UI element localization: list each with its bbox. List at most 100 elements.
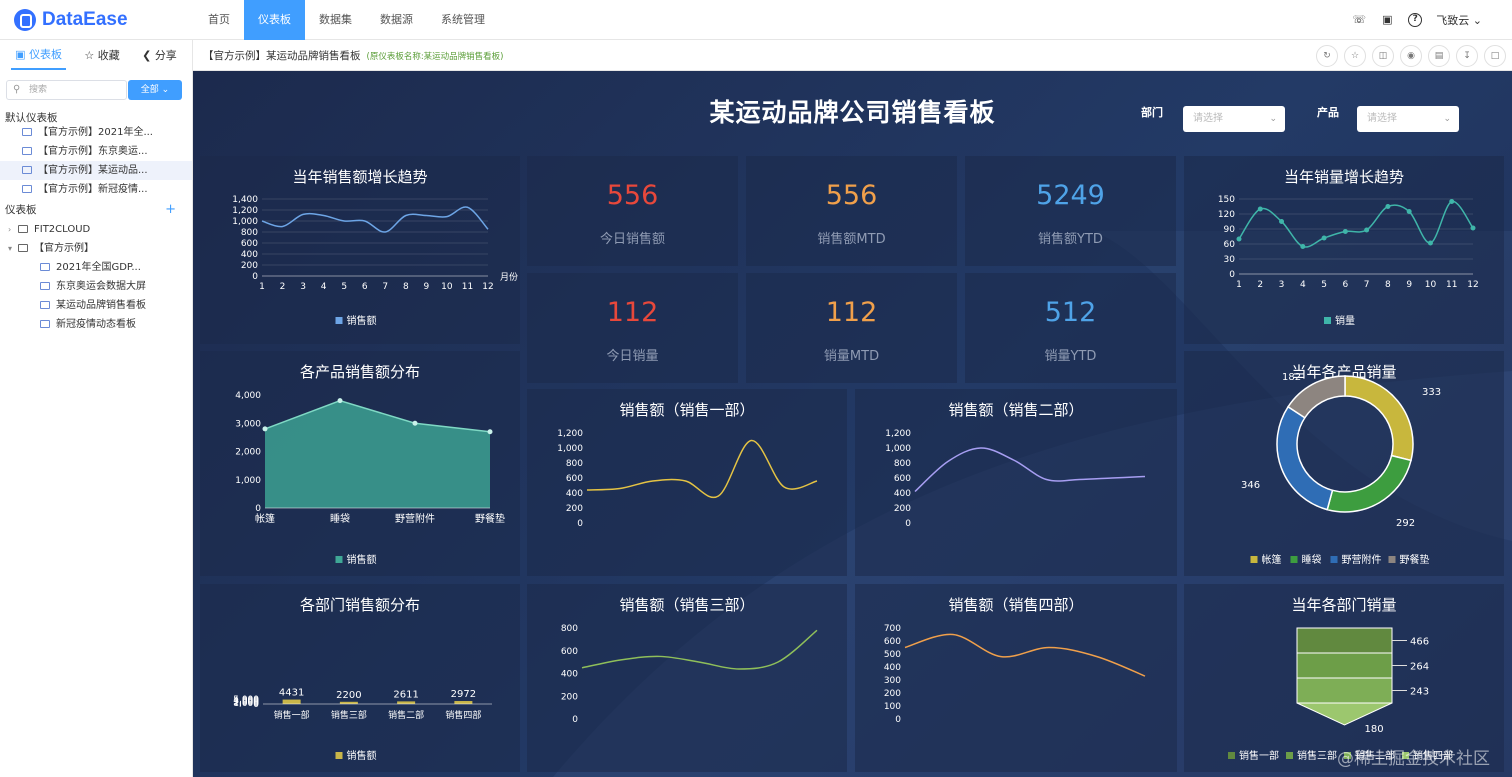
funnel-value-label: 180	[1365, 724, 1384, 735]
default-dashboard-item[interactable]: 【官方示例】某运动品...	[0, 161, 192, 180]
x-tick-label: 睡袋	[330, 512, 350, 525]
filter-label-product: 产品	[1317, 106, 1339, 119]
default-dashboard-item[interactable]: 【官方示例】2021年全...	[0, 123, 192, 142]
x-tick-label: 7	[1364, 280, 1370, 290]
tab-favorites[interactable]: ☆ 收藏	[80, 41, 123, 69]
y-tick-label: 2,000	[235, 448, 261, 458]
tree-item[interactable]: 某运动品牌销售看板	[0, 296, 192, 315]
tab-share[interactable]: ❮ 分享	[138, 41, 181, 69]
tree-item[interactable]: › FIT2CLOUD	[0, 220, 192, 239]
funnel-value-label: 466	[1410, 637, 1429, 648]
dashboard-icon	[22, 185, 32, 193]
nav-dashboard[interactable]: 仪表板	[244, 0, 305, 40]
download-icon[interactable]: ↧	[1456, 45, 1478, 67]
y-tick-label: 1,000	[232, 217, 258, 227]
kpi-card[interactable]: 5249 销售额YTD	[965, 156, 1176, 266]
x-tick-label: 4	[1300, 280, 1306, 290]
legend-label: 销售额	[347, 553, 377, 566]
pie-value-label: 333	[1422, 387, 1441, 398]
y-tick-label: 5,000	[233, 695, 259, 705]
default-dashboard-item[interactable]: 【官方示例】东京奥运...	[0, 142, 192, 161]
y-tick-label: 600	[894, 474, 911, 484]
tree-item[interactable]: 东京奥运会数据大屏	[0, 277, 192, 296]
logo[interactable]: DataEase	[14, 7, 128, 33]
search-icon: ⚲	[13, 84, 21, 95]
y-tick-label: 0	[905, 519, 911, 529]
x-tick-label: 6	[1342, 280, 1348, 290]
bar-value-label: 2611	[393, 689, 418, 700]
dashboard-actions: ↻ ☆ ◫ ◉ ▤ ↧ □	[1316, 45, 1506, 67]
kpi-card[interactable]: 112 销量MTD	[746, 273, 957, 383]
x-tick-label: 5	[1321, 280, 1327, 290]
user-menu[interactable]: 飞致云 ⌄	[1436, 12, 1482, 28]
nav-system[interactable]: 系统管理	[427, 0, 499, 40]
product-select[interactable]: 请选择 ⌄	[1357, 106, 1459, 132]
kpi-card[interactable]: 556 今日销售额	[527, 156, 738, 266]
top-bar: DataEase 首页 仪表板 数据集 数据源 系统管理 ☏ ▣ ? 飞致云 ⌄	[0, 0, 1512, 40]
dashboard-icon	[40, 301, 50, 309]
translate-icon[interactable]: ▣	[1380, 13, 1394, 27]
x-tick-label: 4	[321, 282, 327, 292]
chart-c5[interactable]: 销售额（销售二部） 0 200 400 600 800 1,000 1,200	[855, 389, 1177, 576]
kpi-card[interactable]: 556 销售额MTD	[746, 156, 957, 266]
chart-svg: 333 292 346 182 帐篷 睡袋 野营附件 野餐垫	[1241, 372, 1441, 566]
x-tick-label: 1	[259, 282, 265, 292]
chart-c3[interactable]: 各产品销售额分布 0 1,000 2,000 3,000 4,000 帐篷 睡袋 野营附件 野餐垫…	[200, 351, 520, 576]
funnel-value-label: 264	[1410, 662, 1429, 673]
chevron-right-icon[interactable]: ›	[8, 220, 18, 239]
tree-item-label: 新冠疫情动态看板	[56, 319, 136, 330]
breadcrumb: 【官方示例】某运动品牌销售看板 (原仪表板名称:某运动品牌销售看板) ↻ ☆ ◫ …	[193, 40, 1512, 71]
chart-c9[interactable]: 当年各产品销量 333 292 346 182 帐篷 睡袋 野营附件 野餐垫	[1184, 351, 1504, 576]
chart-c7[interactable]: 销售额（销售四部） 0 100 200 300 400 500 600 700	[855, 584, 1177, 772]
dept-select[interactable]: 请选择 ⌄	[1183, 106, 1285, 132]
legend-swatch	[1250, 556, 1258, 563]
board-section-label: 仪表板	[5, 204, 37, 216]
x-tick-label: 3	[300, 282, 306, 292]
document-icon[interactable]: ▤	[1428, 45, 1450, 67]
data-point	[1342, 229, 1348, 234]
y-tick-label: 200	[884, 689, 901, 699]
search-input[interactable]: ⚲ 搜索	[6, 80, 127, 100]
kpi-card[interactable]: 512 销量YTD	[965, 273, 1176, 383]
bell-icon[interactable]: ☏	[1352, 13, 1366, 27]
legend-label: 野餐垫	[1400, 553, 1430, 566]
cart-icon[interactable]: ◫	[1372, 45, 1394, 67]
kpi-label: 销量MTD	[823, 349, 880, 364]
chart-c1[interactable]: 当年销售额增长趋势 0 200 400 600 800 1,000 1,200 1,400 1 2 3…	[200, 156, 520, 344]
series-line	[261, 206, 489, 233]
chevron-down-icon[interactable]: ▾	[8, 239, 18, 258]
dashboard-icon	[22, 166, 32, 174]
chart-c6[interactable]: 销售额（销售三部） 0 200 400 600 800	[527, 584, 847, 772]
chart-c8[interactable]: 各部门销售额分布 0 1,000 2,000 3,000 4,000 5,000 4431 销售…	[200, 584, 520, 772]
kpi-card[interactable]: 112 今日销量	[527, 273, 738, 383]
add-icon[interactable]: +	[165, 202, 176, 217]
chart-c2[interactable]: 当年销量增长趋势 0 30 60 90 120 150 1 2 3 4 5 6 7 8 9 10 11 12 销量	[1184, 156, 1504, 344]
default-dashboard-item[interactable]: 【官方示例】新冠疫情...	[0, 180, 192, 199]
help-icon[interactable]: ?	[1408, 13, 1423, 27]
tab-dashboards[interactable]: ▣ 仪表板	[11, 40, 67, 70]
tree-item[interactable]: 2021年全国GDP...	[0, 258, 192, 277]
eye-icon[interactable]: ◉	[1400, 45, 1422, 67]
tree-item[interactable]: 新冠疫情动态看板	[0, 315, 192, 334]
kpi-label: 销售额YTD	[1038, 232, 1103, 247]
folder-icon[interactable]: □	[1484, 45, 1506, 67]
watermark: @稀土掘金技术社区	[1337, 749, 1490, 769]
refresh-icon[interactable]: ↻	[1316, 45, 1338, 67]
search-placeholder: 搜索	[29, 85, 48, 95]
data-point	[262, 426, 268, 432]
tab-label: 仪表板	[29, 48, 63, 61]
dashboard-icon	[40, 320, 50, 328]
nav-home[interactable]: 首页	[194, 0, 244, 40]
star-icon[interactable]: ☆	[1344, 45, 1366, 67]
tree-item[interactable]: ▾ 【官方示例】	[0, 239, 192, 258]
nav-datasource[interactable]: 数据源	[366, 0, 427, 40]
series-line	[914, 447, 1146, 493]
filter-select[interactable]: 全部 ⌄	[128, 80, 182, 100]
chevron-down-icon: ⌄	[1443, 114, 1451, 124]
nav-dataset[interactable]: 数据集	[305, 0, 366, 40]
y-tick-label: 1,000	[557, 444, 583, 454]
y-tick-label: 600	[561, 647, 578, 657]
tree-item-label: 【官方示例】	[34, 243, 94, 254]
chart-c4[interactable]: 销售额（销售一部） 0 200 400 600 800 1,000 1,200	[527, 389, 847, 576]
x-tick-label: 10	[1425, 280, 1437, 290]
